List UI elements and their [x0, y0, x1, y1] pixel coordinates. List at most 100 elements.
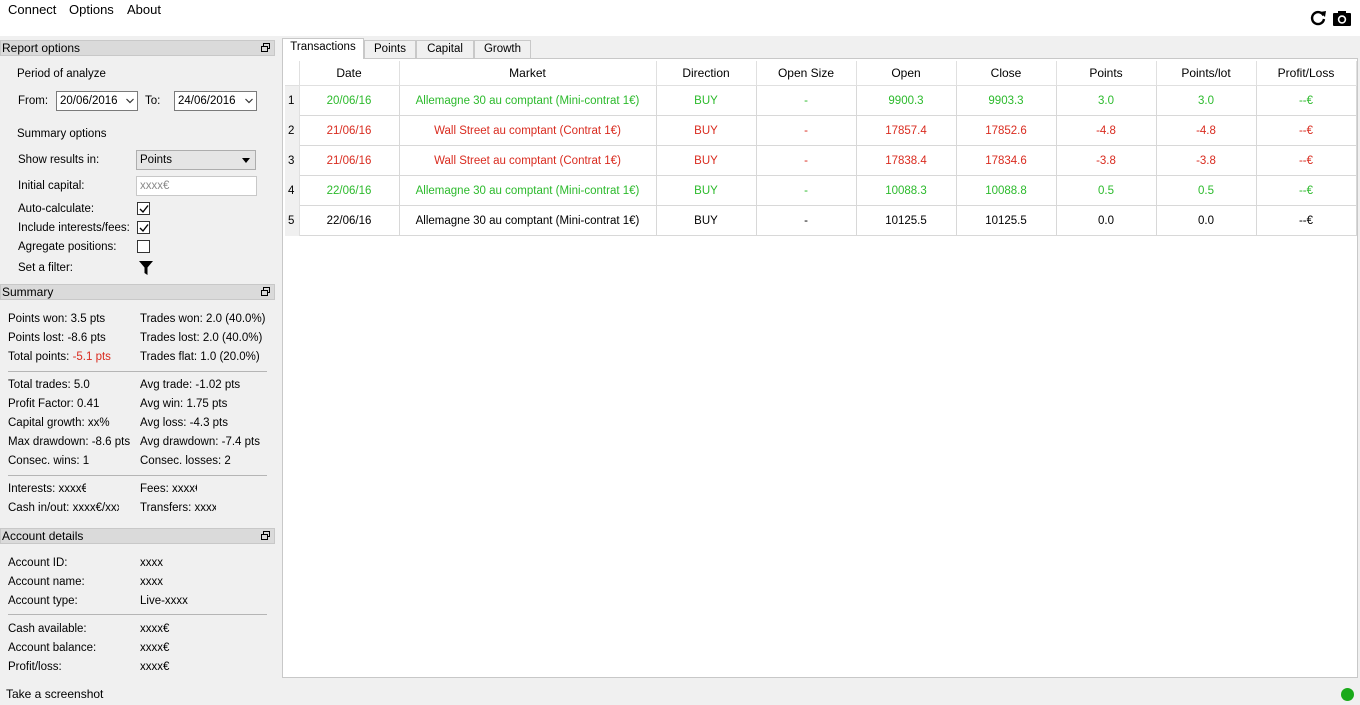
- transactions-table: Date Market Direction Open Size Open Clo…: [285, 61, 1357, 236]
- transactions-table-pane[interactable]: Date Market Direction Open Size Open Clo…: [282, 58, 1358, 678]
- divider: [8, 475, 267, 476]
- to-date-picker[interactable]: 24/06/2016: [174, 91, 257, 111]
- row-number: 1: [285, 85, 300, 116]
- menu-about[interactable]: About: [127, 2, 161, 17]
- aggregate-label: Agregate positions:: [18, 241, 117, 253]
- consec-wins: Consec. wins: 1: [8, 455, 90, 467]
- total-points: Total points: -5.1 pts: [8, 351, 111, 363]
- table-cell: --€: [1256, 115, 1357, 146]
- auto-calculate-label: Auto-calculate:: [18, 203, 95, 215]
- float-panel-icon[interactable]: [261, 531, 270, 540]
- auto-calculate-checkbox[interactable]: [137, 202, 150, 215]
- table-cell: 17838.4: [856, 145, 957, 176]
- table-row[interactable]: 4 22/06/16 Allemagne 30 au comptant (Mini-…: [285, 175, 1357, 206]
- column-header[interactable]: Direction: [656, 61, 757, 86]
- transfers: Transfers: xxxx€: [140, 502, 216, 514]
- table-cell: --€: [1256, 175, 1357, 206]
- table-cell: 3.0: [1156, 85, 1257, 116]
- filter-label: Set a filter:: [18, 262, 73, 274]
- tab-label: Transactions: [290, 41, 356, 53]
- profit-loss-label: Profit/loss:: [8, 661, 62, 673]
- table-cell: 0.0: [1156, 205, 1257, 236]
- show-results-label: Show results in:: [18, 154, 100, 166]
- divider: [8, 371, 267, 372]
- filter-icon[interactable]: [138, 260, 154, 276]
- camera-icon[interactable]: [1332, 8, 1352, 28]
- table-cell: Wall Street au comptant (Contrat 1€): [399, 145, 657, 176]
- status-bar: Take a screenshot: [0, 684, 1360, 705]
- table-cell: --€: [1256, 145, 1357, 176]
- table-cell: 0.5: [1056, 175, 1157, 206]
- include-interests-checkbox[interactable]: [137, 221, 150, 234]
- avg-loss: Avg loss: -4.3 pts: [140, 417, 228, 429]
- refresh-icon[interactable]: [1308, 8, 1328, 28]
- table-cell: Allemagne 30 au comptant (Mini-contrat 1…: [399, 85, 657, 116]
- total-points-value: -5.1 pts: [72, 351, 111, 363]
- account-type-value: Live-xxxx: [140, 595, 188, 607]
- initial-capital-placeholder: xxxx€: [140, 180, 170, 192]
- cash-in-out: Cash in/out: xxxx€/xxxx€: [8, 502, 119, 514]
- table-corner: [285, 61, 300, 86]
- chevron-down-icon: [245, 98, 253, 104]
- column-header[interactable]: Close: [956, 61, 1057, 86]
- tab-transactions[interactable]: Transactions: [282, 38, 364, 59]
- aggregate-checkbox[interactable]: [137, 240, 150, 253]
- trades-won: Trades won: 2.0 (40.0%): [140, 313, 266, 325]
- table-cell: -3.8: [1056, 145, 1157, 176]
- table-cell: 21/06/16: [299, 115, 400, 146]
- include-interests-label: Include interests/fees:: [18, 222, 130, 234]
- table-cell: -3.8: [1156, 145, 1257, 176]
- account-details-title: Account details: [2, 529, 84, 543]
- period-label: Period of analyze: [17, 68, 106, 80]
- column-header[interactable]: Points: [1056, 61, 1157, 86]
- connection-status-indicator: [1341, 688, 1354, 701]
- row-number: 2: [285, 115, 300, 146]
- row-number: 4: [285, 175, 300, 206]
- interests: Interests: xxxx€: [8, 483, 86, 495]
- points-lost: Points lost: -8.6 pts: [8, 332, 106, 344]
- to-label: To:: [145, 95, 161, 107]
- table-cell: -4.8: [1156, 115, 1257, 146]
- checkmark-icon: [139, 224, 149, 233]
- table-cell: 22/06/16: [299, 175, 400, 206]
- column-header[interactable]: Points/lot: [1156, 61, 1257, 86]
- show-results-value: Points: [140, 154, 172, 166]
- from-date-picker[interactable]: 20/06/2016: [56, 91, 138, 111]
- tab-capital[interactable]: Capital: [416, 40, 474, 58]
- float-panel-icon[interactable]: [261, 43, 270, 52]
- column-header[interactable]: Profit/Loss: [1256, 61, 1357, 86]
- table-cell: 22/06/16: [299, 205, 400, 236]
- tab-points[interactable]: Points: [364, 40, 416, 58]
- table-row[interactable]: 2 21/06/16 Wall Street au comptant (Contra…: [285, 115, 1357, 146]
- table-cell: BUY: [656, 205, 757, 236]
- cash-available-label: Cash available:: [8, 623, 87, 635]
- table-cell: 10125.5: [956, 205, 1057, 236]
- summary-header: Summary: [0, 284, 275, 300]
- column-header[interactable]: Date: [299, 61, 400, 86]
- table-row[interactable]: 5 22/06/16 Allemagne 30 au comptant (Mini-…: [285, 205, 1357, 236]
- table-row[interactable]: 1 20/06/16 Allemagne 30 au comptant (Mini-…: [285, 85, 1357, 116]
- summary-title: Summary: [2, 285, 54, 299]
- initial-capital-label: Initial capital:: [18, 180, 85, 192]
- total-trades: Total trades: 5.0: [8, 379, 90, 391]
- float-panel-icon[interactable]: [261, 287, 270, 296]
- initial-capital-input[interactable]: xxxx€: [136, 176, 257, 196]
- menu-options[interactable]: Options: [69, 2, 114, 17]
- show-results-select[interactable]: Points: [136, 150, 256, 170]
- profit-factor: Profit Factor: 0.41: [8, 398, 100, 410]
- tab-growth[interactable]: Growth: [474, 40, 531, 58]
- column-header[interactable]: Open: [856, 61, 957, 86]
- max-drawdown: Max drawdown: -8.6 pts: [8, 436, 131, 448]
- column-header[interactable]: Market: [399, 61, 657, 86]
- report-options-header: Report options: [0, 40, 275, 56]
- to-date-value: 24/06/2016: [178, 95, 236, 107]
- table-row[interactable]: 3 21/06/16 Wall Street au comptant (Contra…: [285, 145, 1357, 176]
- tab-label: Capital: [427, 43, 463, 55]
- report-options-title: Report options: [2, 41, 81, 55]
- menu-connect[interactable]: Connect: [8, 2, 56, 17]
- points-won: Points won: 3.5 pts: [8, 313, 106, 325]
- table-cell: BUY: [656, 85, 757, 116]
- total-points-label: Total points:: [8, 351, 70, 363]
- column-header[interactable]: Open Size: [756, 61, 857, 86]
- account-details-header: Account details: [0, 528, 275, 544]
